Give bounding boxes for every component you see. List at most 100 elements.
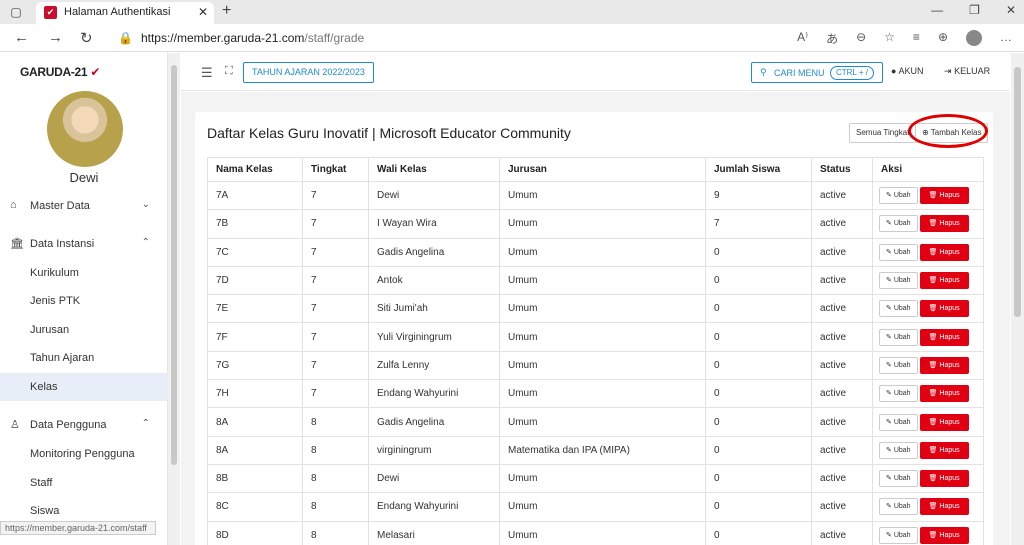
delete-button[interactable]: 🗑 Hapus (919, 243, 969, 261)
sidebar-item-staff[interactable]: Staff (0, 469, 168, 497)
sidebar-group-data-pengguna[interactable]: ♙ Data Pengguna ⌃ (0, 413, 168, 437)
browser-toolbar: A⁾ あ ⊖ ☆ ≡ ⊕ … (797, 30, 1012, 47)
edit-button[interactable]: ✎ Ubah (879, 328, 918, 346)
delete-button[interactable]: 🗑 Hapus (919, 413, 969, 431)
table-cell: Matematika dan IPA (MIPA) (499, 435, 706, 465)
edit-button[interactable]: ✎ Ubah (879, 215, 918, 233)
edit-button[interactable]: ✎ Ubah (879, 498, 918, 516)
delete-button[interactable]: 🗑 Hapus (919, 441, 969, 459)
edit-button[interactable]: ✎ Ubah (879, 470, 918, 488)
trash-icon: 🗑 (928, 220, 938, 228)
delete-button[interactable]: 🗑 Hapus (919, 272, 969, 290)
actions-cell: ✎ Ubah 🗑 Hapus (872, 322, 984, 352)
delete-button[interactable]: 🗑 Hapus (919, 470, 969, 488)
reload-icon[interactable]: ↻ (80, 29, 93, 47)
delete-button[interactable]: 🗑 Hapus (919, 328, 969, 346)
trash-icon: 🗑 (928, 446, 938, 454)
forward-icon[interactable]: → (48, 29, 63, 46)
account-button[interactable]: ● AKUN (891, 66, 923, 76)
actions-cell: ✎ Ubah 🗑 Hapus (872, 350, 984, 381)
delete-button[interactable]: 🗑 Hapus (919, 215, 969, 233)
window-close-icon[interactable]: ✕ (1006, 3, 1016, 17)
search-menu-button[interactable]: ⚲ CARI MENU CTRL + / (751, 62, 883, 83)
scrollbar-thumb[interactable] (1014, 67, 1021, 317)
logout-button[interactable]: ⇥ KELUAR (944, 66, 990, 77)
main-scrollbar[interactable] (1011, 53, 1024, 545)
edit-button[interactable]: ✎ Ubah (879, 272, 918, 290)
delete-label: Hapus (939, 531, 960, 539)
sidebar-item-kelas[interactable]: Kelas (0, 373, 168, 401)
more-icon[interactable]: … (1000, 30, 1012, 47)
actions-cell: ✎ Ubah 🗑 Hapus (872, 379, 984, 409)
edit-button[interactable]: ✎ Ubah (879, 356, 918, 374)
sidebar-item-label: Kurikulum (30, 267, 79, 279)
sidebar-item-monitoring-pengguna[interactable]: Monitoring Pengguna (0, 440, 168, 468)
tab-close-icon[interactable]: ✕ (198, 5, 208, 19)
edit-button[interactable]: ✎ Ubah (879, 187, 918, 205)
pencil-icon: ✎ (886, 277, 892, 285)
favorite-icon[interactable]: ☆ (884, 30, 895, 47)
zoom-icon[interactable]: ⊖ (856, 30, 866, 47)
table-cell: Umum (499, 492, 706, 522)
table-cell: Umum (499, 237, 706, 267)
table-cell: 8A (207, 435, 303, 465)
column-header: Jurusan (499, 157, 706, 182)
profile-avatar-icon[interactable] (966, 30, 982, 46)
tab-actions-icon[interactable]: ▢ (8, 4, 24, 20)
delete-button[interactable]: 🗑 Hapus (919, 498, 969, 516)
pencil-icon: ✎ (886, 192, 892, 200)
menu-icon[interactable]: ☰ (201, 65, 213, 81)
new-tab-icon[interactable]: + (222, 2, 231, 20)
table-row: 7H 7 Endang Wahyurini Umum 0 active ✎ Ubah 🗑 Ha… (207, 379, 984, 409)
sidebar-item-jenis-ptk[interactable]: Jenis PTK (0, 287, 168, 315)
delete-button[interactable]: 🗑 Hapus (919, 356, 969, 374)
browser-tab[interactable]: ✔ Halaman Authentikasi ✕ (36, 2, 214, 24)
favorites-list-icon[interactable]: ≡ (913, 30, 920, 47)
edit-button[interactable]: ✎ Ubah (879, 300, 918, 318)
logo-bird-icon: ✔ (90, 65, 101, 79)
academic-year-button[interactable]: TAHUN AJARAN 2022/2023 (243, 62, 374, 83)
delete-button[interactable]: 🗑 Hapus (919, 385, 969, 403)
actions-cell: ✎ Ubah 🗑 Hapus (872, 237, 984, 267)
edit-label: Ubah (893, 503, 911, 511)
sidebar-item-jurusan[interactable]: Jurusan (0, 316, 168, 344)
table-cell: 0 (705, 520, 812, 545)
table-cell: Antok (368, 265, 500, 296)
table-cell: 8 (302, 407, 369, 437)
table-cell: Umum (499, 379, 706, 409)
delete-button[interactable]: 🗑 Hapus (919, 187, 969, 205)
edit-button[interactable]: ✎ Ubah (879, 243, 918, 261)
url-field[interactable]: 🔒 https://member.garuda-21.com/staff/grad… (118, 31, 364, 45)
search-icon: ⚲ (760, 67, 767, 77)
chevron-up-icon: ⌃ (141, 237, 150, 248)
sidebar-group-master-data[interactable]: ⌂ Master Data ⌄ (0, 194, 168, 218)
back-icon[interactable]: ← (14, 29, 29, 46)
delete-button[interactable]: 🗑 Hapus (919, 526, 969, 544)
edit-button[interactable]: ✎ Ubah (879, 526, 918, 544)
edit-button[interactable]: ✎ Ubah (879, 385, 918, 403)
table-cell: Umum (499, 180, 706, 211)
actions-cell: ✎ Ubah 🗑 Hapus (872, 265, 984, 296)
table-cell: Umum (499, 463, 706, 494)
edit-button[interactable]: ✎ Ubah (879, 413, 918, 431)
sidebar-scrollbar[interactable] (168, 53, 180, 545)
collections-icon[interactable]: ⊕ (938, 30, 948, 47)
read-aloud-icon[interactable]: A⁾ (797, 30, 808, 47)
edit-button[interactable]: ✎ Ubah (879, 441, 918, 459)
translate-icon[interactable]: あ (826, 30, 838, 47)
delete-label: Hapus (939, 220, 960, 228)
fullscreen-icon[interactable]: ⛶ (225, 65, 233, 78)
sidebar-group-data-instansi[interactable]: 🏛 Data Instansi ⌃ (0, 232, 168, 256)
table-cell: 8 (302, 520, 369, 545)
account-icon: ● (891, 66, 897, 76)
sidebar-item-label: Jenis PTK (30, 295, 81, 307)
table-cell: Umum (499, 209, 706, 239)
restore-icon[interactable]: ❐ (969, 3, 980, 17)
sidebar-item-tahun-ajaran[interactable]: Tahun Ajaran (0, 344, 168, 372)
delete-button[interactable]: 🗑 Hapus (919, 300, 969, 318)
minimize-icon[interactable]: — (931, 3, 943, 17)
sidebar-item-kurikulum[interactable]: Kurikulum (0, 259, 168, 287)
level-filter-button[interactable]: Semua Tingkat (849, 123, 917, 143)
column-header: Status (811, 157, 873, 182)
scrollbar-thumb[interactable] (171, 65, 177, 465)
